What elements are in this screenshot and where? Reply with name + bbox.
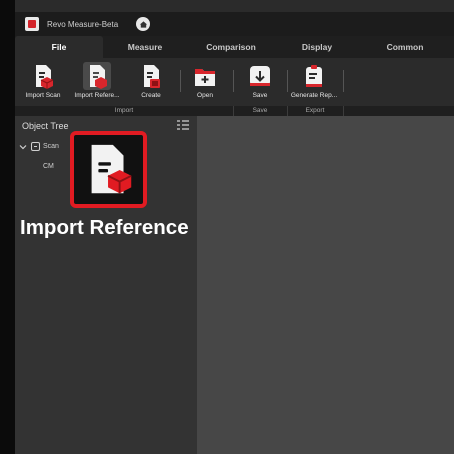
object-tree-title: Object Tree <box>22 121 69 131</box>
import-scan-button[interactable]: Import Scan <box>15 62 71 104</box>
ribbon-separator <box>343 70 344 92</box>
create-label: Create <box>141 92 161 99</box>
group-divider <box>343 106 344 116</box>
save-label: Save <box>252 92 268 99</box>
app-logo-icon <box>25 17 39 31</box>
tab-comparison[interactable]: Comparison <box>187 36 275 58</box>
create-icon <box>137 62 165 90</box>
open-label: Open <box>197 92 213 99</box>
save-icon <box>246 62 274 90</box>
callout-label: Import Reference <box>20 216 189 239</box>
ribbon-group-bar: Import Save Export <box>15 106 454 116</box>
tree-item-scan[interactable]: Scan <box>19 142 59 151</box>
tab-measure[interactable]: Measure <box>103 36 187 58</box>
tree-item-label: Scan <box>43 143 59 150</box>
group-label-import: Import <box>114 107 134 114</box>
tab-file[interactable]: File <box>15 36 103 58</box>
home-icon[interactable] <box>136 17 151 31</box>
scan-icon <box>31 142 40 151</box>
group-label-save: Save <box>252 107 268 114</box>
generate-report-button[interactable]: Generate Rep... <box>286 62 342 104</box>
group-label-export: Export <box>305 107 325 114</box>
background-strip <box>0 0 15 454</box>
import-reference-button[interactable]: Import Refere... <box>69 62 125 104</box>
zoom-callout <box>70 131 147 208</box>
create-button[interactable]: Create <box>123 62 179 104</box>
import-reference-icon <box>83 62 111 90</box>
import-scan-label: Import Scan <box>25 92 61 99</box>
title-bar: Revo Measure-Beta <box>15 12 454 36</box>
import-scan-icon <box>29 62 57 90</box>
generate-report-label: Generate Rep... <box>290 92 338 99</box>
open-button[interactable]: Open <box>177 62 233 104</box>
import-reference-icon <box>91 144 132 193</box>
import-reference-label: Import Refere... <box>74 92 120 99</box>
ribbon-tabs: File Measure Comparison Display Common <box>15 36 454 58</box>
3d-viewport[interactable] <box>197 116 454 454</box>
chevron-down-icon[interactable] <box>19 143 27 151</box>
generate-report-icon <box>300 62 328 90</box>
app-title: Revo Measure-Beta <box>47 19 119 29</box>
tab-common[interactable]: Common <box>359 36 451 58</box>
tab-display[interactable]: Display <box>275 36 359 58</box>
tree-options-icon[interactable] <box>177 117 189 135</box>
ribbon-toolbar: Import Scan Import Refere... Create Open… <box>15 58 454 106</box>
open-icon <box>191 62 219 90</box>
tree-item-child[interactable]: CM <box>43 163 54 170</box>
save-button[interactable]: Save <box>232 62 288 104</box>
